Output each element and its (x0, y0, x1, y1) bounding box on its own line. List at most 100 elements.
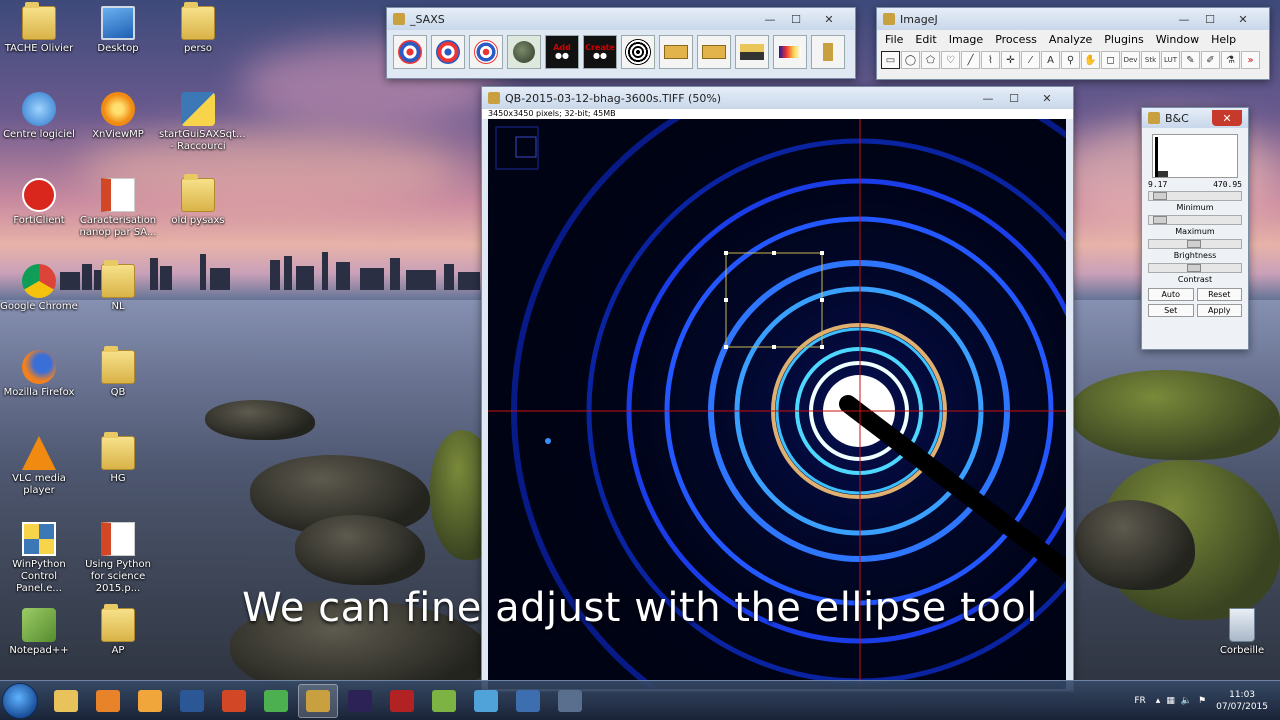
chevron-up-icon[interactable]: ▴ (1156, 696, 1161, 706)
desktop-icon-google-chrome[interactable]: Google Chrome (0, 264, 78, 313)
taskbar-button-blue-app[interactable] (466, 684, 506, 718)
taskbar-button-spider[interactable] (382, 684, 422, 718)
menu-plugins[interactable]: Plugins (1104, 33, 1143, 46)
desktop-icon-caracterisation[interactable]: Caracterisation nanop par SA... (79, 178, 157, 239)
taskbar-button-video-app[interactable] (550, 684, 590, 718)
minimize-button[interactable]: — (757, 11, 783, 27)
saxs-tool-add-mask[interactable]: Add ●● (545, 35, 579, 69)
set-button[interactable]: Set (1148, 304, 1194, 317)
saxs-tool-create-mask[interactable]: Create ●● (583, 35, 617, 69)
menu-window[interactable]: Window (1156, 33, 1199, 46)
menu-image[interactable]: Image (949, 33, 983, 46)
dropper-tool-icon[interactable]: ◻ (1101, 51, 1120, 69)
image-titlebar[interactable]: QB-2015-03-12-bhag-3600s.TIFF (50%) — ☐ … (482, 87, 1073, 109)
minimum-slider[interactable] (1148, 191, 1242, 201)
language-indicator[interactable]: FR (1134, 696, 1145, 706)
slider-thumb[interactable] (1187, 264, 1201, 272)
reset-button[interactable]: Reset (1196, 288, 1242, 301)
polygon-tool-icon[interactable]: ⬠ (921, 51, 940, 69)
imagej-window[interactable]: ImageJ — ☐ ✕ File Edit Image Process Ana… (876, 7, 1270, 80)
point-tool-icon[interactable]: ✛ (1001, 51, 1020, 69)
flag-icon[interactable]: ⚑ (1198, 696, 1206, 706)
saxs-tool-spiral[interactable] (621, 35, 655, 69)
desktop-icon-centre-logiciel[interactable]: Centre logiciel (0, 92, 78, 141)
menu-process[interactable]: Process (995, 33, 1037, 46)
bc-window[interactable]: B&C ✕ 9.17 470.95 Minimum Maximum Bright… (1141, 107, 1249, 350)
freehand-tool-icon[interactable]: ♡ (941, 51, 960, 69)
zoom-tool-icon[interactable]: ⚲ (1061, 51, 1080, 69)
apply-button[interactable]: Apply (1196, 304, 1242, 317)
developer-menu-icon[interactable]: Dev (1121, 51, 1140, 69)
network-icon[interactable]: ▦ (1166, 696, 1175, 706)
saxs-tool-imagej[interactable] (811, 35, 845, 69)
taskbar-button-imagej[interactable] (298, 683, 338, 718)
menu-help[interactable]: Help (1211, 33, 1236, 46)
brightness-slider[interactable] (1148, 239, 1242, 249)
saxs-tool-stack[interactable] (735, 35, 769, 69)
saxs-tool-2[interactable] (431, 35, 465, 69)
saxs-tool-1[interactable] (393, 35, 427, 69)
taskbar-button-eclipse[interactable] (340, 684, 380, 718)
close-button[interactable]: ✕ (1027, 90, 1067, 106)
desktop-icon-forticlient[interactable]: FortiClient (0, 178, 78, 227)
auto-button[interactable]: Auto (1148, 288, 1194, 301)
taskbar-button-media-player[interactable] (88, 684, 128, 718)
desktop-icon-xnviewmp[interactable]: XnViewMP (79, 92, 157, 141)
desktop-icon-mozilla-firefox[interactable]: Mozilla Firefox (0, 350, 78, 399)
close-button[interactable]: ✕ (809, 11, 849, 27)
desktop-icon-qb[interactable]: QB (79, 346, 157, 399)
minimize-button[interactable]: — (1171, 11, 1197, 27)
desktop-icon-tache-olivier[interactable]: TACHE Olivier (0, 2, 78, 55)
brush-tool-icon[interactable]: ✐ (1201, 51, 1220, 69)
menu-edit[interactable]: Edit (915, 33, 936, 46)
taskbar-button-fast-forward[interactable] (508, 684, 548, 718)
close-button[interactable]: ✕ (1212, 110, 1242, 126)
wand-tool-icon[interactable]: ⁄ (1021, 51, 1040, 69)
slider-thumb[interactable] (1153, 216, 1167, 224)
close-button[interactable]: ✕ (1223, 11, 1263, 27)
saxs-tool-4[interactable] (507, 35, 541, 69)
taskbar-button-word[interactable] (172, 684, 212, 718)
desktop-icon-desktop[interactable]: Desktop (79, 6, 157, 55)
minimize-button[interactable]: — (975, 90, 1001, 106)
saxs-tool-palette[interactable] (773, 35, 807, 69)
taskbar-button-notepadpp[interactable] (424, 684, 464, 718)
slider-thumb[interactable] (1153, 192, 1167, 200)
desktop-icon-hg[interactable]: HG (79, 432, 157, 485)
taskbar-button-outlook[interactable] (130, 684, 170, 718)
taskbar-button-chrome[interactable] (256, 684, 296, 718)
bc-titlebar[interactable]: B&C ✕ (1142, 108, 1248, 128)
saxs-titlebar[interactable]: _SAXS — ☐ ✕ (387, 8, 855, 30)
volume-icon[interactable]: 🔈 (1181, 696, 1192, 706)
flood-fill-tool-icon[interactable]: ⚗ (1221, 51, 1240, 69)
desktop-icon-vlc[interactable]: VLC media player (0, 436, 78, 497)
pencil-tool-icon[interactable]: ✎ (1181, 51, 1200, 69)
maximum-slider[interactable] (1148, 215, 1242, 225)
oval-tool-icon[interactable]: ◯ (901, 51, 920, 69)
text-tool-icon[interactable]: A (1041, 51, 1060, 69)
lut-menu-icon[interactable]: LUT (1161, 51, 1180, 69)
saxs-window[interactable]: _SAXS — ☐ ✕ Add ●● Create ●● (386, 7, 856, 79)
menu-analyze[interactable]: Analyze (1049, 33, 1092, 46)
hand-tool-icon[interactable]: ✋ (1081, 51, 1100, 69)
imagej-titlebar[interactable]: ImageJ — ☐ ✕ (877, 8, 1269, 30)
saxs-tool-ruler-2[interactable] (697, 35, 731, 69)
clock[interactable]: 11:03 07/07/2015 (1216, 689, 1268, 713)
desktop-icon-perso[interactable]: perso (159, 2, 237, 55)
desktop-icon-startguisaxs[interactable]: startGuiSAXSqt... - Raccourci (159, 92, 246, 153)
rectangle-tool-icon[interactable]: ▭ (881, 51, 900, 69)
start-button[interactable] (2, 682, 38, 719)
slider-thumb[interactable] (1187, 240, 1201, 248)
saxs-tool-3[interactable] (469, 35, 503, 69)
taskbar-button-powerpoint[interactable] (214, 684, 254, 718)
desktop-icon-old-pysaxs[interactable]: old pysaxs (159, 174, 237, 227)
desktop-icon-nl[interactable]: NL (79, 260, 157, 313)
menu-file[interactable]: File (885, 33, 903, 46)
line-tool-icon[interactable]: ╱ (961, 51, 980, 69)
maximize-button[interactable]: ☐ (1197, 11, 1223, 27)
saxs-tool-ruler-1[interactable] (659, 35, 693, 69)
maximize-button[interactable]: ☐ (783, 11, 809, 27)
angle-tool-icon[interactable]: ⌇ (981, 51, 1000, 69)
taskbar-button-explorer[interactable] (46, 684, 86, 718)
contrast-slider[interactable] (1148, 263, 1242, 273)
